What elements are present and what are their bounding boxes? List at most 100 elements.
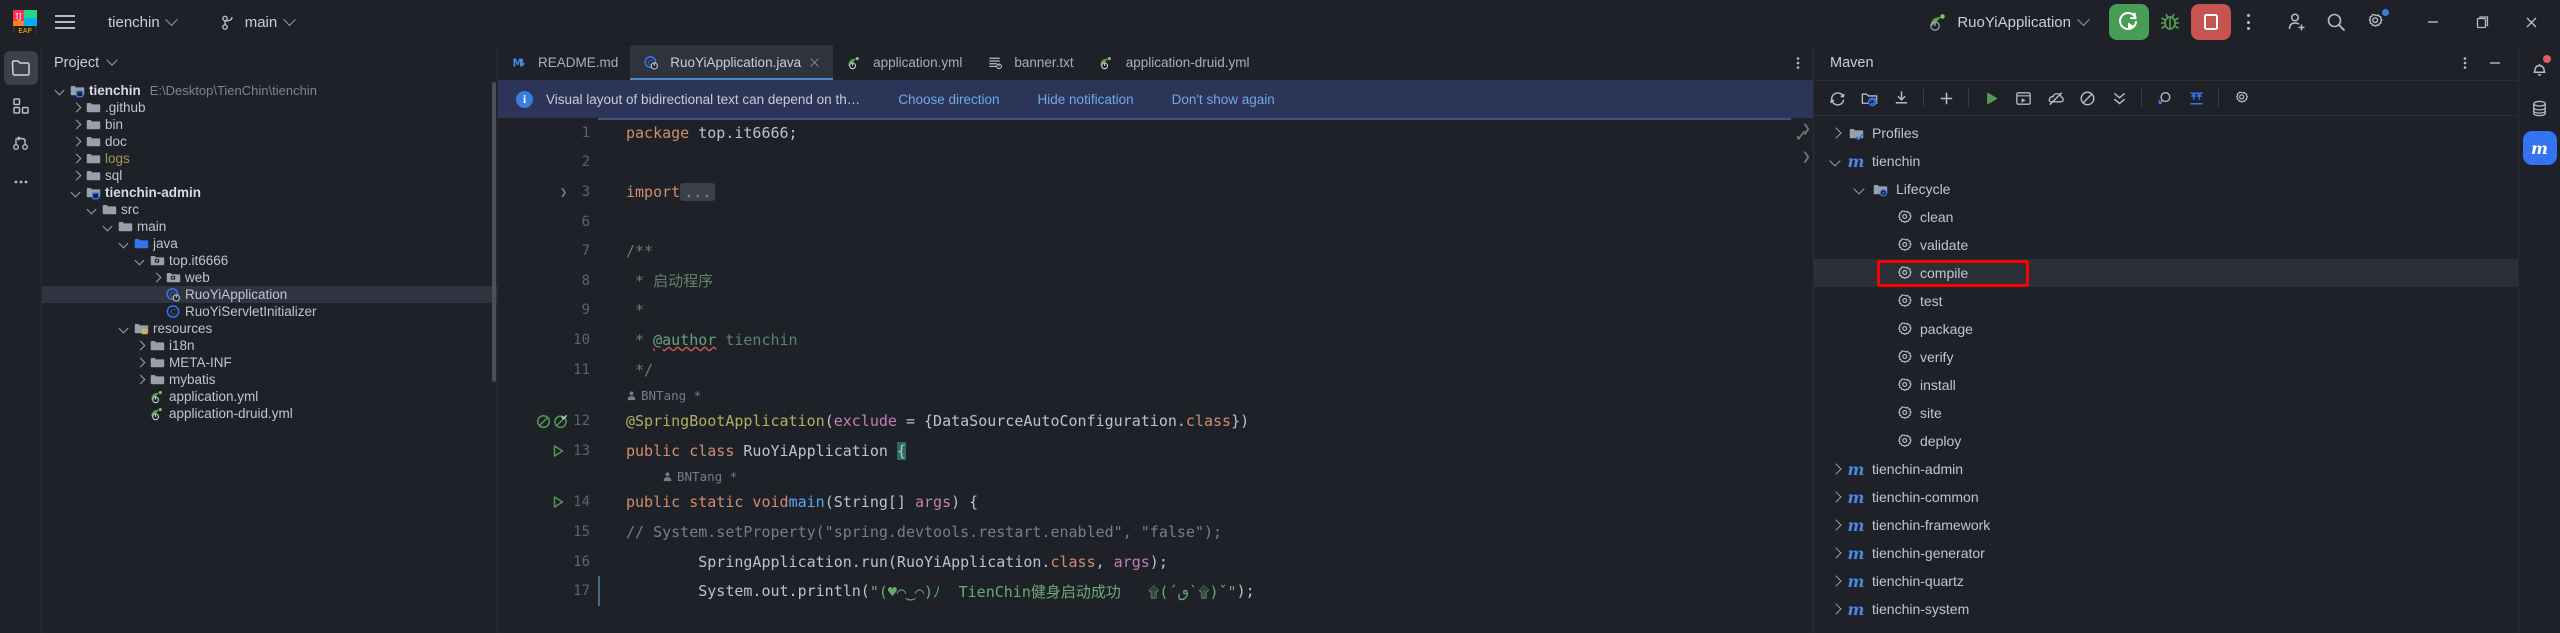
gutter-line-number[interactable]: 7 xyxy=(498,236,598,266)
code-line[interactable]: import ... xyxy=(598,177,1791,207)
chevron-right-icon[interactable] xyxy=(1828,490,1842,504)
minimize-button[interactable] xyxy=(2410,0,2456,45)
maven-tree-row[interactable]: m tienchin-quartz xyxy=(1814,567,2518,595)
code-line[interactable]: // System.setProperty("spring.devtools.r… xyxy=(598,517,1791,547)
maven-tree-row[interactable]: Profiles xyxy=(1814,119,2518,147)
chevron-right-icon[interactable] xyxy=(70,102,82,114)
maven-tree[interactable]: Profiles m tienchin Lifecycle clean valida… xyxy=(1814,116,2518,633)
project-tree-row[interactable]: application-druid.yml xyxy=(42,405,497,422)
gutter-line-number[interactable]: 6 xyxy=(498,207,598,237)
close-button[interactable] xyxy=(2508,0,2554,45)
project-panel-header[interactable]: Project xyxy=(42,45,497,80)
project-tree-row[interactable]: tienchin-admin xyxy=(42,184,497,201)
database-button[interactable] xyxy=(2523,91,2557,125)
maven-tree-row[interactable]: m tienchin-admin xyxy=(1814,455,2518,483)
project-tree-row[interactable]: application.yml xyxy=(42,388,497,405)
stop-button[interactable] xyxy=(2191,4,2231,40)
gutter-line-number[interactable]: 17 xyxy=(498,576,598,606)
sidebar-item-commit[interactable] xyxy=(4,127,38,161)
maven-expand-all-button[interactable] xyxy=(2181,84,2211,112)
project-tree-row[interactable]: .github xyxy=(42,99,497,116)
maven-tree-row[interactable]: m tienchin-system xyxy=(1814,595,2518,623)
fold-expand-icon[interactable]: ❯ xyxy=(560,185,567,199)
maven-download-sources-button[interactable] xyxy=(1886,84,1916,112)
editor-gutter[interactable]: 1 2 ❯ 3 6 7 8 9 10 11 12 13 14 15 16 17 xyxy=(498,118,598,633)
maven-tree-row[interactable]: site xyxy=(1814,399,2518,427)
maven-toggle-skip-tests-button[interactable] xyxy=(2040,84,2070,112)
run-configuration-selector[interactable]: RuoYiApplication xyxy=(1921,7,2098,37)
maven-tree-row[interactable]: validate xyxy=(1814,231,2518,259)
project-tree-row[interactable]: resources xyxy=(42,320,497,337)
chevron-down-icon[interactable] xyxy=(86,204,98,216)
project-tree-row[interactable]: C RuoYiApplication xyxy=(42,286,497,303)
dont-show-again-link[interactable]: Don't show again xyxy=(1172,92,1275,107)
gutter-line-number[interactable]: 9 xyxy=(498,296,598,326)
account-button[interactable] xyxy=(2279,5,2315,39)
chevron-down-icon[interactable] xyxy=(54,85,66,97)
hide-notification-link[interactable]: Hide notification xyxy=(1038,92,1134,107)
run-gutter-icon[interactable] xyxy=(550,494,566,510)
maven-tree-row[interactable]: compile xyxy=(1814,259,2518,287)
maven-tool-button[interactable]: m xyxy=(2522,131,2557,165)
settings-button[interactable] xyxy=(2357,5,2393,39)
maven-hide-button[interactable] xyxy=(2480,49,2510,77)
gutter-line-number[interactable]: 15 xyxy=(498,517,598,547)
gutter-line-number[interactable]: 13 xyxy=(498,436,598,466)
gutter-line-number[interactable]: 11 xyxy=(498,355,598,385)
code-line[interactable]: @SpringBootApplication(exclude = {DataSo… xyxy=(598,406,1791,436)
code-line[interactable] xyxy=(598,148,1791,178)
debug-button[interactable] xyxy=(2152,5,2188,39)
chevron-right-icon[interactable] xyxy=(134,340,146,352)
code-line[interactable]: /** xyxy=(598,236,1791,266)
gutter-line-number[interactable]: 8 xyxy=(498,266,598,296)
search-button[interactable] xyxy=(2318,5,2354,39)
project-selector[interactable]: tienchin xyxy=(98,10,186,35)
project-tree-row[interactable]: main xyxy=(42,218,497,235)
gutter-line-number[interactable]: 2 xyxy=(498,148,598,178)
code-line[interactable]: * 启动程序 xyxy=(598,266,1791,296)
editor-tab[interactable]: application-druid.yml xyxy=(1086,45,1262,80)
maven-tree-row[interactable]: m tienchin xyxy=(1814,147,2518,175)
run-line-icon[interactable] xyxy=(550,488,566,518)
maven-options-button[interactable] xyxy=(2450,49,2480,77)
project-tree-row[interactable]: mybatis xyxy=(42,371,497,388)
sidebar-item-structure[interactable] xyxy=(4,89,38,123)
sidebar-item-more[interactable] xyxy=(4,165,38,199)
project-tree-row[interactable]: C RuoYiServletInitializer xyxy=(42,303,497,320)
chevron-right-icon[interactable] xyxy=(134,374,146,386)
maven-tree-row[interactable]: clean xyxy=(1814,203,2518,231)
project-tree-row[interactable]: i18n xyxy=(42,337,497,354)
maximize-button[interactable] xyxy=(2459,0,2505,45)
editor-tab[interactable]: C RuoYiApplication.java xyxy=(630,45,834,80)
gutter-line-number[interactable]: 1 xyxy=(498,118,598,148)
gutter-line-number[interactable]: 12 xyxy=(498,406,598,436)
chevron-right-icon[interactable] xyxy=(70,136,82,148)
code-line[interactable]: * xyxy=(598,296,1791,326)
gutter-line-number[interactable]: 14 xyxy=(498,488,598,518)
maven-show-dependencies-button[interactable] xyxy=(2149,84,2179,112)
maven-toggle-offline-button[interactable] xyxy=(2072,84,2102,112)
chevron-right-icon[interactable] xyxy=(1828,602,1842,616)
project-tree[interactable]: tienchin E:\Desktop\TienChin\tienchin .git… xyxy=(42,80,497,633)
maven-reimport-button[interactable] xyxy=(1854,84,1884,112)
choose-direction-link[interactable]: Choose direction xyxy=(898,92,999,107)
branch-selector[interactable]: main xyxy=(210,10,305,35)
editor-inspection-bar[interactable]: ✓ ❯ ❯ xyxy=(1791,118,1813,633)
editor-tab[interactable]: application.yml xyxy=(833,45,974,80)
code-line[interactable]: */ xyxy=(598,355,1791,385)
editor-tabs-more-button[interactable] xyxy=(1783,45,1813,80)
maven-tree-row[interactable]: package xyxy=(1814,315,2518,343)
chevron-down-icon[interactable] xyxy=(102,221,114,233)
project-tree-row[interactable]: java xyxy=(42,235,497,252)
chevron-down-icon[interactable] xyxy=(134,255,146,267)
editor-tab[interactable]: M README.md xyxy=(498,45,630,80)
code-editor[interactable]: 1 2 ❯ 3 6 7 8 9 10 11 12 13 14 15 16 17 package top.… xyxy=(498,118,1813,633)
maven-collapse-all-button[interactable] xyxy=(2104,84,2134,112)
maven-tree-row[interactable]: verify xyxy=(1814,343,2518,371)
run-line-icon[interactable] xyxy=(550,436,566,466)
maven-run-build-button[interactable] xyxy=(1976,84,2006,112)
project-tree-row[interactable]: logs xyxy=(42,150,497,167)
code-line[interactable]: package top.it6666; xyxy=(598,118,1791,148)
sidebar-item-project[interactable] xyxy=(3,51,38,85)
chevron-right-icon[interactable] xyxy=(70,153,82,165)
